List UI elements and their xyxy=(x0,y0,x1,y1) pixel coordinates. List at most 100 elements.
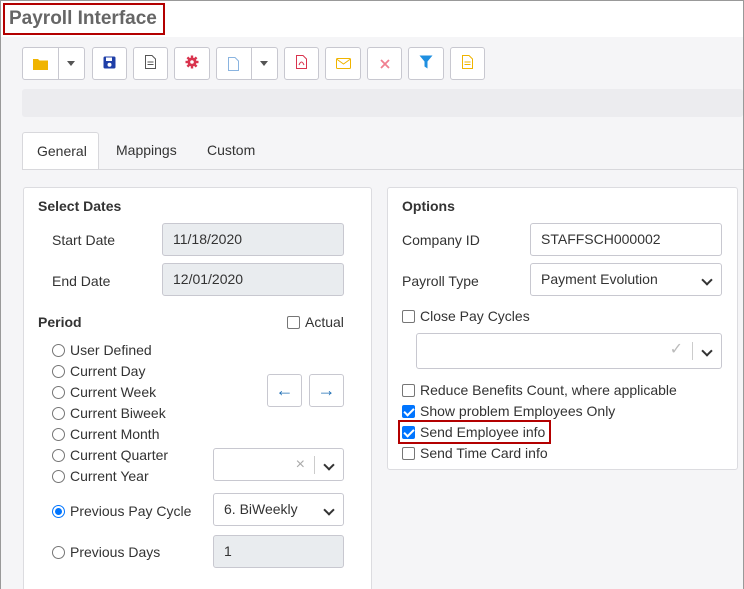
actual-label: Actual xyxy=(305,314,344,330)
folder-icon xyxy=(23,57,58,70)
period-option-current-week[interactable]: Current Week xyxy=(52,384,156,400)
period-label: Period xyxy=(38,314,82,330)
floppy-disk-icon xyxy=(103,56,116,72)
workspace: General Mappings Custom Select Dates Sta… xyxy=(1,37,743,589)
checkbox[interactable] xyxy=(402,446,415,460)
pay-cycle-select[interactable]: 6. BiWeekly xyxy=(213,493,344,526)
radio-label: Previous Pay Cycle xyxy=(70,503,192,519)
checkbox-label: Close Pay Cycles xyxy=(420,308,530,324)
select-dates-title: Select Dates xyxy=(38,198,122,214)
period-option-previous-pay-cycle[interactable]: Previous Pay Cycle xyxy=(52,503,191,519)
chevron-down-icon[interactable] xyxy=(701,345,713,357)
radio-button[interactable] xyxy=(52,406,65,420)
filter-funnel-icon xyxy=(419,55,433,72)
close-pay-cycles-checkbox[interactable]: Close Pay Cycles xyxy=(402,308,530,324)
start-date-label: Start Date xyxy=(52,232,116,248)
close-x-icon xyxy=(379,56,390,72)
period-option-current-year[interactable]: Current Year xyxy=(52,468,149,484)
document-icon xyxy=(145,55,156,72)
new-file-dropdown-caret-icon[interactable] xyxy=(252,61,277,66)
reduce-benefits-checkbox[interactable]: Reduce Benefits Count, where applicable xyxy=(402,382,677,398)
tab-mappings[interactable]: Mappings xyxy=(102,132,191,170)
radio-label: Current Day xyxy=(70,363,146,379)
folder-dropdown-caret-icon[interactable] xyxy=(59,61,84,66)
end-date-field[interactable]: 12/01/2020 xyxy=(162,263,344,296)
radio-label: Previous Days xyxy=(70,544,161,560)
checkbox-label: Reduce Benefits Count, where applicable xyxy=(420,382,677,398)
new-file-button[interactable] xyxy=(216,47,278,80)
radio-label: Current Week xyxy=(70,384,157,400)
previous-period-button[interactable]: ← xyxy=(267,374,302,407)
checkbox-label: Show problem Employees Only xyxy=(420,403,616,419)
select-divider xyxy=(692,342,693,360)
period-option-user-defined[interactable]: User Defined xyxy=(52,342,152,358)
period-option-current-month[interactable]: Current Month xyxy=(52,426,159,442)
pdf-button[interactable] xyxy=(284,47,319,80)
options-title: Options xyxy=(402,198,455,214)
arrow-left-icon: ← xyxy=(275,380,294,400)
radio-label: User Defined xyxy=(70,342,152,358)
radio-button[interactable] xyxy=(52,427,65,441)
end-date-label: End Date xyxy=(52,273,111,289)
period-option-current-biweek[interactable]: Current Biweek xyxy=(52,405,166,421)
tab-custom[interactable]: Custom xyxy=(193,132,269,170)
arrow-right-icon: → xyxy=(317,380,336,400)
checkbox-label: Send Time Card info xyxy=(420,445,548,461)
quarter-select[interactable]: × xyxy=(213,448,344,481)
radio-button[interactable] xyxy=(52,343,65,357)
company-id-field[interactable]: STAFFSCH000002 xyxy=(530,223,722,256)
radio-button[interactable] xyxy=(52,448,65,462)
radio-label: Current Biweek xyxy=(70,405,166,421)
actual-checkbox[interactable]: Actual xyxy=(287,314,344,330)
filter-bar xyxy=(22,89,743,117)
report-file-icon xyxy=(462,55,473,72)
tab-underline xyxy=(22,169,743,170)
checkbox[interactable] xyxy=(402,309,415,323)
page-title: Payroll Interface xyxy=(3,3,165,35)
pdf-file-icon xyxy=(296,55,307,72)
radio-button[interactable] xyxy=(52,364,65,378)
document-button[interactable] xyxy=(133,47,168,80)
pay-cycles-select[interactable]: ✓ xyxy=(416,333,722,369)
start-date-field[interactable]: 11/18/2020 xyxy=(162,223,344,256)
radio-button[interactable] xyxy=(52,545,65,559)
select-dates-panel: Select Dates Start Date 11/18/2020 End D… xyxy=(23,187,372,589)
chevron-down-icon[interactable] xyxy=(323,459,335,471)
envelope-icon xyxy=(335,56,351,72)
previous-days-field[interactable]: 1 xyxy=(213,535,344,568)
payroll-type-label: Payroll Type xyxy=(402,273,479,289)
select-divider xyxy=(314,456,315,474)
chevron-down-icon xyxy=(701,274,713,286)
radio-button[interactable] xyxy=(52,469,65,483)
radio-label: Current Year xyxy=(70,468,149,484)
open-folder-button[interactable] xyxy=(22,47,85,80)
show-problem-employees-checkbox[interactable]: Show problem Employees Only xyxy=(402,403,615,419)
next-period-button[interactable]: → xyxy=(309,374,344,407)
send-time-card-info-checkbox[interactable]: Send Time Card info xyxy=(402,445,548,461)
delete-button[interactable] xyxy=(367,47,402,80)
gear-icon xyxy=(185,55,199,72)
period-option-current-quarter[interactable]: Current Quarter xyxy=(52,447,168,463)
radio-button-selected[interactable] xyxy=(52,504,65,518)
actual-checkbox-box[interactable] xyxy=(287,315,300,329)
options-panel: Options Company ID STAFFSCH000002 Payrol… xyxy=(387,187,738,470)
clear-x-icon[interactable]: × xyxy=(296,449,305,480)
payroll-type-select[interactable]: Payment Evolution xyxy=(530,263,722,296)
checkmark-icon: ✓ xyxy=(669,341,683,358)
report-button[interactable] xyxy=(450,47,485,80)
email-button[interactable] xyxy=(325,47,361,80)
settings-button[interactable] xyxy=(174,47,210,80)
period-option-current-day[interactable]: Current Day xyxy=(52,363,145,379)
checkbox[interactable] xyxy=(402,383,415,397)
send-employee-info-highlight xyxy=(398,420,551,444)
filter-button[interactable] xyxy=(408,47,444,80)
checkbox-checked[interactable] xyxy=(402,404,415,418)
radio-label: Current Quarter xyxy=(70,447,169,463)
period-option-previous-days[interactable]: Previous Days xyxy=(52,544,160,560)
tab-general[interactable]: General xyxy=(22,132,99,170)
radio-button[interactable] xyxy=(52,385,65,399)
blank-file-icon xyxy=(217,56,251,71)
chevron-down-icon xyxy=(323,504,335,516)
radio-label: Current Month xyxy=(70,426,160,442)
save-button[interactable] xyxy=(92,47,127,80)
